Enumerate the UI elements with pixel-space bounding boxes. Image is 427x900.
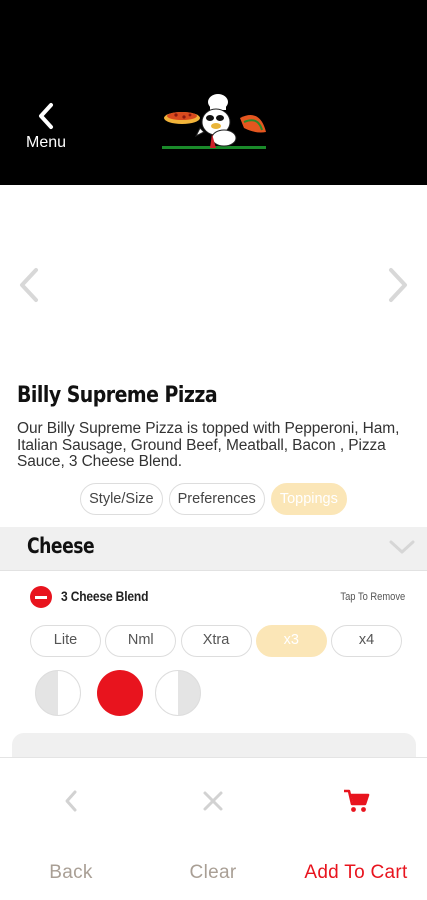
remove-topping-button[interactable] [30,586,52,608]
right-half-portion-button[interactable] [155,670,201,716]
chevron-right-icon [389,268,407,302]
chevron-left-icon [65,790,77,812]
tab-preferences[interactable]: Preferences [168,483,265,515]
cart-icon [344,789,370,812]
option-tabs: Style/Size Preferences Toppings [0,483,427,517]
add-to-cart-button[interactable]: Add To Cart [285,758,427,900]
carousel-prev-button[interactable] [14,267,44,303]
app-header: Menu [0,0,427,185]
back-to-menu-button[interactable]: Menu [18,102,74,158]
item-title: Billy Supreme Pizza [17,383,218,408]
topping-name: 3 Cheese Blend [61,588,149,604]
chevron-left-icon [39,103,53,129]
topping-row: 3 Cheese Blend Tap To Remove [0,582,427,614]
close-icon [203,791,223,811]
clear-label: Clear [189,862,237,883]
chef-pizza-logo [162,94,266,149]
clear-button[interactable]: Clear [142,758,284,900]
image-carousel [0,185,427,375]
chevron-left-icon [20,268,38,302]
amount-extra-button[interactable]: Xtra [180,625,252,657]
tab-style-size[interactable]: Style/Size [80,483,163,515]
tap-to-remove-hint: Tap To Remove [340,591,405,603]
amount-x3-button[interactable]: x3 [255,625,327,657]
left-half-portion-button[interactable] [35,670,81,716]
tab-toppings[interactable]: Toppings [270,483,347,515]
back-to-menu-label: Menu [25,134,67,151]
chevron-down-icon [389,540,415,554]
whole-portion-button[interactable] [97,670,143,716]
back-label: Back [49,862,93,883]
carousel-next-button[interactable] [383,267,413,303]
amount-selector: Lite Nml Xtra x3 x4 [30,625,402,657]
bottom-action-bar: Back Clear Add To Cart [0,757,427,900]
amount-x4-button[interactable]: x4 [331,625,402,657]
back-button[interactable]: Back [0,758,142,900]
amount-lite-button[interactable]: Lite [30,625,101,657]
cheese-section-header[interactable]: Cheese [0,527,427,571]
item-description: Our Billy Supreme Pizza is topped with P… [17,420,400,470]
portion-selector [35,670,205,716]
amount-normal-button[interactable]: Nml [105,625,177,657]
section-title: Cheese [27,534,95,558]
add-to-cart-label: Add To Cart [304,862,408,883]
